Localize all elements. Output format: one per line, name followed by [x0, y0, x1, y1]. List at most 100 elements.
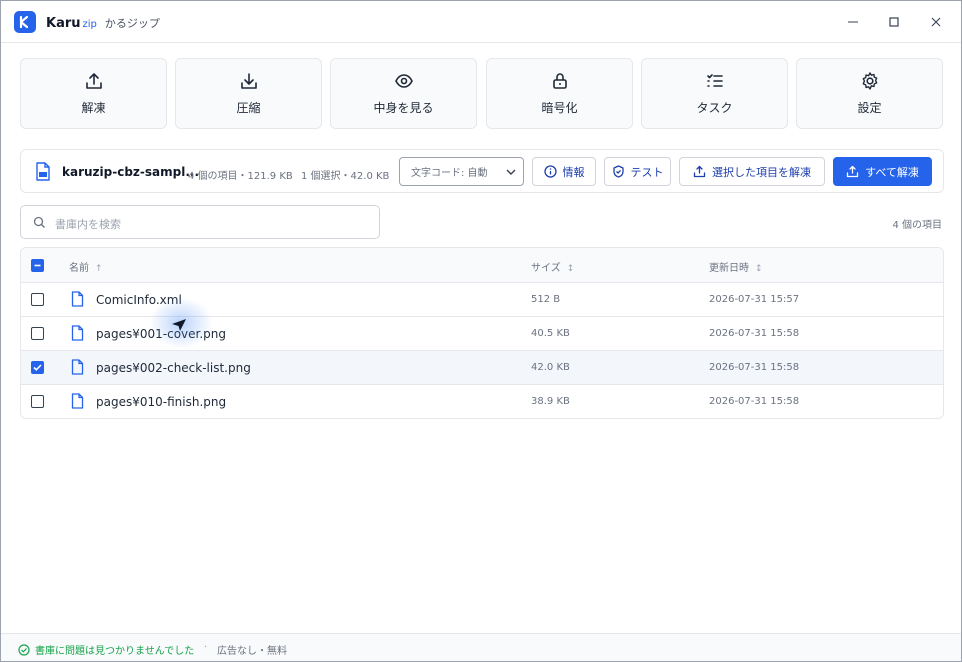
- info-button-label: 情報: [562, 165, 585, 179]
- status-ok-text: 書庫に問題は見つかりませんでした: [35, 646, 195, 657]
- tasks-tool-button[interactable]: タスク: [641, 58, 788, 129]
- extract-tool-label: 解凍: [81, 101, 106, 115]
- file-modified: 2026-07-31 15:58: [709, 328, 800, 339]
- extract-all-button[interactable]: すべて解凍: [833, 157, 932, 186]
- search-icon: [33, 216, 45, 228]
- app-name-jp: かるジップ: [104, 17, 160, 30]
- view-contents-tool-button[interactable]: 中身を見る: [330, 58, 477, 129]
- file-icon: [71, 359, 84, 375]
- lock-icon: [552, 73, 567, 89]
- app-name: Karu: [46, 16, 81, 31]
- minimize-button[interactable]: [833, 9, 873, 35]
- file-size: 40.5 KB: [531, 328, 570, 339]
- archive-item-summary: 4 個の項目・121.9 KB: [188, 171, 293, 182]
- sort-both-icon: ↕: [755, 264, 763, 274]
- row-checkbox[interactable]: [31, 361, 44, 374]
- file-modified: 2026-07-31 15:57: [709, 294, 800, 305]
- column-name-header[interactable]: 名前 ↑: [69, 259, 103, 274]
- table-row[interactable]: pages¥002-check-list.png 42.0 KB 2026-07…: [21, 351, 943, 385]
- table-header: 名前 ↑ サイズ ↕ 更新日時 ↕: [21, 248, 943, 283]
- sort-asc-icon: ↑: [95, 264, 103, 274]
- table-row[interactable]: ComicInfo.xml 512 B 2026-07-31 15:57: [21, 283, 943, 317]
- tasks-tool-label: タスク: [696, 101, 733, 115]
- encoding-select[interactable]: 文字コード: 自動: [399, 157, 524, 186]
- encoding-value: 文字コード: 自動: [411, 168, 488, 179]
- info-icon: [543, 165, 557, 178]
- column-size-header[interactable]: サイズ ↕: [531, 259, 574, 274]
- file-icon: [71, 291, 84, 307]
- archive-name: karuzip-cbz-sampl...: [62, 165, 199, 179]
- main-toolbar: 解凍 圧縮 中身を見る 暗号化 タスク 設定: [20, 58, 944, 129]
- view-contents-tool-label: 中身を見る: [373, 101, 434, 115]
- status-ok: 書庫に問題は見つかりませんでした: [18, 642, 194, 657]
- upload-icon: [846, 165, 859, 178]
- extract-all-label: すべて解凍: [865, 165, 919, 179]
- eye-icon: [394, 74, 413, 88]
- column-modified-header[interactable]: 更新日時 ↕: [709, 259, 763, 274]
- file-name: pages¥002-check-list.png: [96, 361, 251, 375]
- column-modified-label: 更新日時: [709, 263, 749, 274]
- status-ad-free: 広告なし・無料: [217, 646, 287, 657]
- file-size: 42.0 KB: [531, 362, 570, 373]
- table-row[interactable]: pages¥001-cover.png 40.5 KB 2026-07-31 1…: [21, 317, 943, 351]
- search-placeholder: 書庫内を検索: [55, 218, 121, 231]
- test-button[interactable]: テスト: [604, 157, 671, 186]
- check-circle-icon: [18, 643, 30, 656]
- mouse-pointer-icon: [172, 319, 186, 331]
- encrypt-tool-button[interactable]: 暗号化: [486, 58, 633, 129]
- maximize-button[interactable]: [874, 9, 914, 35]
- file-icon: [71, 393, 84, 409]
- sort-both-icon: ↕: [566, 264, 575, 274]
- file-name: pages¥010-finish.png: [96, 395, 227, 409]
- info-button[interactable]: 情報: [532, 157, 596, 186]
- file-table: 名前 ↑ サイズ ↕ 更新日時 ↕ ComicInfo.xml 512 B 2026-…: [20, 247, 944, 419]
- app-name-suffix: zip: [82, 19, 97, 30]
- compress-tool-label: 圧縮: [236, 101, 261, 115]
- task-list-icon: [706, 74, 723, 87]
- status-separator: ·: [204, 642, 208, 653]
- upload-icon: [693, 165, 706, 178]
- extract-selected-label: 選択した項目を解凍: [712, 165, 811, 179]
- close-button[interactable]: [916, 9, 956, 35]
- chevron-down-icon: [506, 169, 516, 175]
- extract-tool-button[interactable]: 解凍: [20, 58, 167, 129]
- table-row[interactable]: pages¥010-finish.png 38.9 KB 2026-07-31 …: [21, 385, 943, 418]
- download-icon: [240, 73, 257, 89]
- app-title: Karu zip かるジップ: [46, 15, 160, 31]
- row-checkbox[interactable]: [31, 293, 44, 306]
- file-name: ComicInfo.xml: [96, 293, 182, 307]
- upload-icon: [85, 73, 102, 89]
- search-input[interactable]: 書庫内を検索: [20, 205, 380, 239]
- minimize-icon: [848, 21, 858, 23]
- select-all-checkbox[interactable]: [31, 259, 44, 272]
- maximize-icon: [889, 17, 899, 27]
- title-bar: Karu zip かるジップ: [1, 1, 961, 43]
- shield-check-icon: [612, 165, 624, 178]
- column-size-label: サイズ: [531, 263, 561, 274]
- close-icon: [931, 17, 941, 27]
- settings-tool-button[interactable]: 設定: [796, 58, 943, 129]
- row-checkbox[interactable]: [31, 327, 44, 340]
- extract-selected-button[interactable]: 選択した項目を解凍: [679, 157, 825, 186]
- minus-icon: [34, 264, 41, 267]
- gear-icon: [862, 72, 877, 90]
- archive-info-bar: karuzip-cbz-sampl... 4 個の項目・121.9 KB 1 個…: [20, 149, 944, 193]
- column-name-label: 名前: [69, 263, 89, 274]
- app-window: Karu zip かるジップ 解凍 圧縮 中身を見る 暗号化 タスク 設定 ka…: [0, 0, 962, 662]
- row-checkbox[interactable]: [31, 395, 44, 408]
- status-bar: 書庫に問題は見つかりませんでした · 広告なし・無料: [1, 633, 961, 661]
- archive-selection-summary: 1 個選択・42.0 KB: [301, 171, 390, 182]
- encrypt-tool-label: 暗号化: [541, 101, 578, 115]
- file-modified: 2026-07-31 15:58: [709, 362, 800, 373]
- settings-tool-label: 設定: [857, 101, 882, 115]
- compress-tool-button[interactable]: 圧縮: [175, 58, 322, 129]
- checkmark-icon: [33, 364, 42, 371]
- file-size: 512 B: [531, 294, 561, 305]
- test-button-label: テスト: [630, 165, 664, 179]
- app-logo-icon: [14, 11, 36, 33]
- archive-file-icon: [35, 162, 51, 184]
- file-name: pages¥001-cover.png: [96, 327, 227, 341]
- item-count: 4 個の項目: [892, 220, 942, 231]
- file-icon: [71, 325, 84, 341]
- file-size: 38.9 KB: [531, 396, 570, 407]
